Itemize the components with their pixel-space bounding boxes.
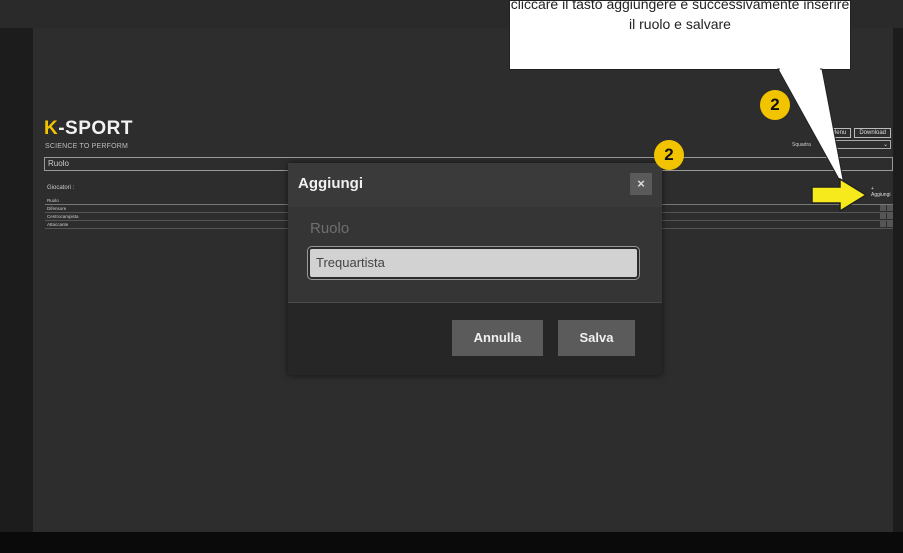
menu-button[interactable]: Menu <box>826 128 852 138</box>
ruolo-label: Ruolo <box>310 220 350 237</box>
table-cell: Centrocampista <box>47 214 79 219</box>
instruction-callout: cliccare il tasto aggiungere e successiv… <box>509 0 851 70</box>
edit-icon[interactable] <box>880 205 886 211</box>
arrow-right-icon <box>811 178 868 212</box>
squadra-label: Squadra <box>792 142 811 148</box>
logo-text: -SPORT <box>58 118 134 139</box>
edit-icon[interactable] <box>880 213 886 219</box>
section-title: Giocatori : <box>47 185 75 191</box>
delete-icon[interactable] <box>887 221 893 227</box>
add-role-modal: Aggiungi × Ruolo Trequartista Annulla Sa… <box>288 163 662 375</box>
modal-footer: Annulla Salva <box>288 303 662 375</box>
row-actions <box>880 221 893 227</box>
edit-icon[interactable] <box>880 221 886 227</box>
modal-title: Aggiungi <box>298 175 363 192</box>
step-badge: 2 <box>654 140 684 170</box>
row-actions <box>880 205 893 211</box>
chevron-down-icon: ⌄ <box>882 142 888 148</box>
ruolo-input[interactable]: Trequartista <box>307 246 640 280</box>
brand-logo: K-SPORT <box>44 118 134 139</box>
callout-text: cliccare il tasto aggiungere e successiv… <box>510 0 850 32</box>
outer-bottom-band <box>0 532 903 553</box>
modal-header: Aggiungi × <box>288 163 662 207</box>
cancel-button[interactable]: Annulla <box>452 320 543 356</box>
delete-icon[interactable] <box>887 213 893 219</box>
close-icon[interactable]: × <box>630 173 652 195</box>
table-cell: Attaccante <box>47 222 69 227</box>
logo-k-mark: K <box>44 118 59 139</box>
download-button[interactable]: Download <box>854 128 891 138</box>
delete-icon[interactable] <box>887 205 893 211</box>
step-badge: 2 <box>760 90 790 120</box>
save-button[interactable]: Salva <box>558 320 635 356</box>
table-cell: Difensore <box>47 206 67 211</box>
brand-tagline: SCIENCE TO PERFORM <box>45 143 129 150</box>
top-nav: Menu Download <box>826 128 891 138</box>
row-actions <box>880 213 893 219</box>
squadra-select[interactable]: ⌄ <box>829 140 891 149</box>
